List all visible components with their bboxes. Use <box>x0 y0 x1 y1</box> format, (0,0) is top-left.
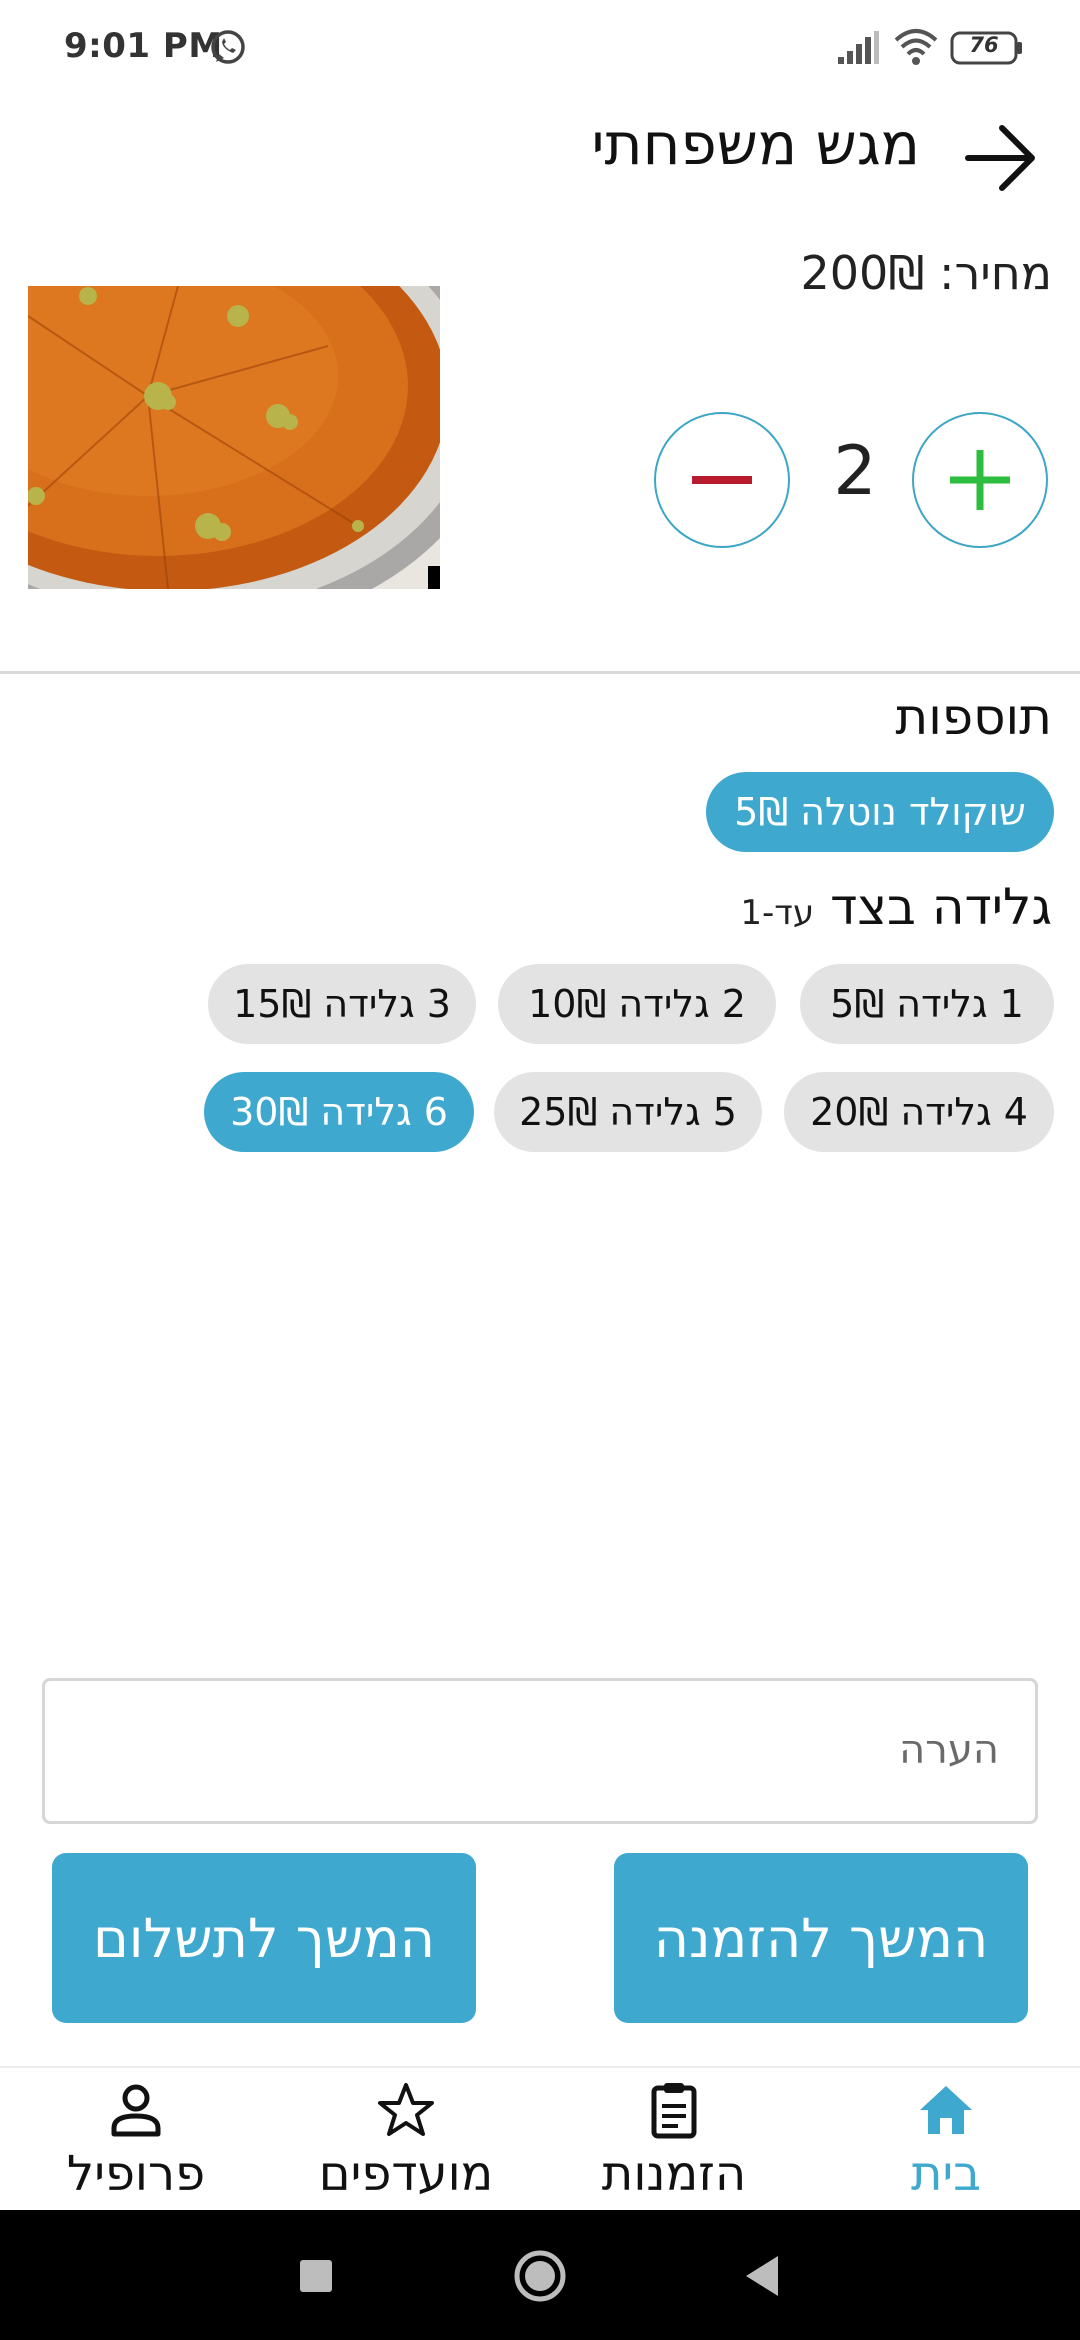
square-icon[interactable] <box>298 2258 334 2294</box>
ice-cream-limit: עד-1 <box>740 893 815 933</box>
system-nav-bar <box>0 2210 1080 2340</box>
nav-orders[interactable]: הזמנות <box>564 2070 784 2210</box>
increase-quantity-button[interactable] <box>912 412 1048 548</box>
circle-icon[interactable] <box>512 2248 568 2304</box>
nav-orders-label: הזמנות <box>601 2146 747 2202</box>
product-price: מחיר: 200₪ <box>800 246 1052 300</box>
ice-chip-2[interactable]: 2 גלידה 10₪ <box>498 964 776 1044</box>
ice-cream-title-text: גלידה בצד <box>830 878 1052 936</box>
quantity-value: 2 <box>833 432 877 511</box>
ice-chip-1[interactable]: 1 גלידה 5₪ <box>800 964 1054 1044</box>
continue-to-payment-button[interactable]: המשך לתשלום <box>52 1853 476 2023</box>
nav-profile-label: פרופיל <box>66 2146 206 2202</box>
note-input[interactable]: הערה <box>42 1678 1038 1824</box>
star-icon <box>378 2083 434 2136</box>
continue-to-order-button[interactable]: המשך להזמנה <box>614 1853 1028 2023</box>
section-divider <box>0 671 1080 674</box>
back-arrow-icon[interactable] <box>960 118 1040 198</box>
home-icon <box>920 2086 972 2134</box>
ice-cream-title: גלידה בצד עד-1 <box>740 878 1052 936</box>
ice-chip-4[interactable]: 4 גלידה 20₪ <box>784 1072 1054 1152</box>
status-bar: 9:01 PM 76 <box>0 0 1080 96</box>
product-image <box>28 286 440 589</box>
ice-chip-6[interactable]: 6 גלידה 30₪ <box>204 1072 474 1152</box>
page-title: מגש משפחתי <box>591 110 920 178</box>
clipboard-icon <box>651 2083 697 2139</box>
plus-icon <box>950 450 1010 510</box>
minus-icon <box>692 476 752 484</box>
wifi-icon <box>894 29 938 65</box>
person-icon <box>111 2084 161 2137</box>
signal-icon <box>838 31 879 64</box>
battery-level: 76 <box>969 33 999 57</box>
nav-profile[interactable]: פרופיל <box>26 2070 246 2210</box>
nav-home[interactable]: בית <box>836 2070 1056 2210</box>
triangle-back-icon[interactable] <box>742 2254 782 2298</box>
nav-favorites[interactable]: מועדפים <box>296 2070 516 2210</box>
extras-title: תוספות <box>895 688 1052 746</box>
nav-favorites-label: מועדפים <box>318 2146 494 2202</box>
nav-home-label: בית <box>910 2146 982 2202</box>
extra-chip-nutella[interactable]: שוקולד נוטלה 5₪ <box>706 772 1054 852</box>
whatsapp-icon <box>211 30 245 64</box>
decrease-quantity-button[interactable] <box>654 412 790 548</box>
nav-divider <box>0 2066 1080 2068</box>
note-placeholder: הערה <box>899 1727 999 1773</box>
ice-chip-5[interactable]: 5 גלידה 25₪ <box>494 1072 762 1152</box>
ice-chip-3[interactable]: 3 גלידה 15₪ <box>208 964 476 1044</box>
status-time: 9:01 PM <box>64 26 223 66</box>
